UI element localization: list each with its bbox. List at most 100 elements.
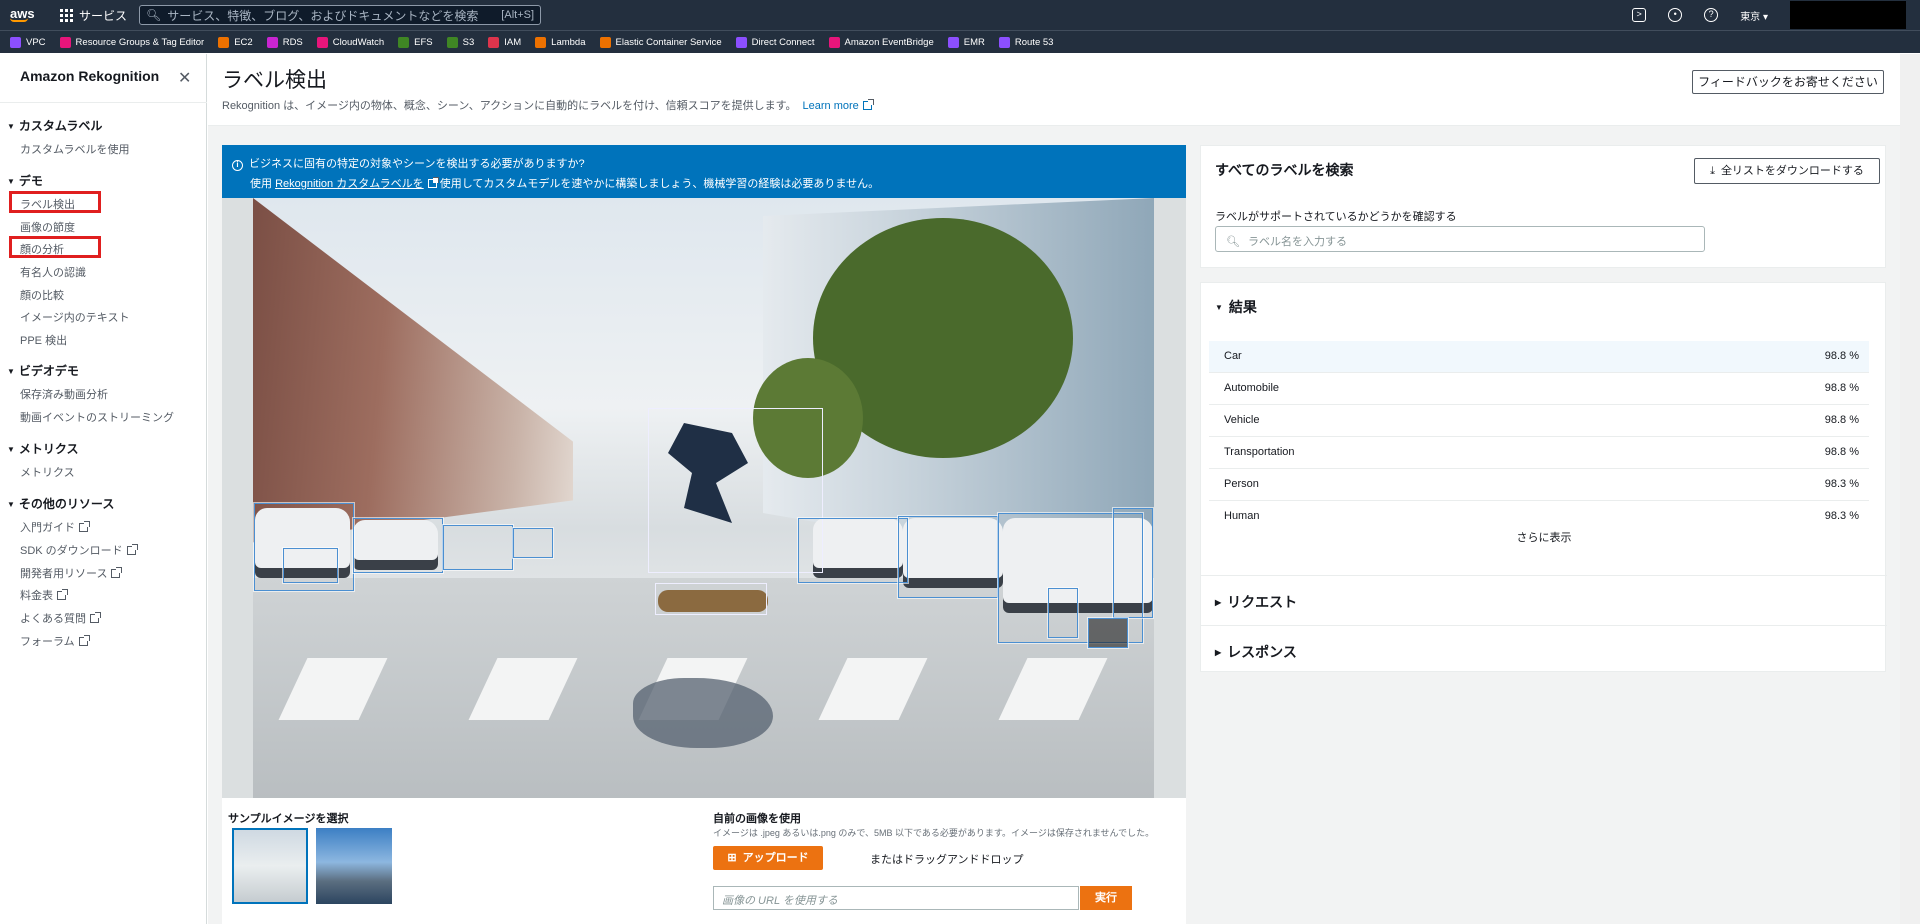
forum-label: フォーラム bbox=[20, 636, 75, 648]
info-banner: i ビジネスに固有の特定の対象やシーンを検出する必要がありますか? 使用 Reko… bbox=[222, 145, 1186, 198]
info-icon: i bbox=[232, 160, 243, 171]
account-menu[interactable] bbox=[1790, 1, 1906, 29]
favorite-efs[interactable]: EFS bbox=[398, 36, 433, 48]
learn-more-label: Learn more bbox=[802, 100, 859, 112]
service-icon bbox=[535, 36, 547, 48]
section-video-demo[interactable]: ビデオデモ bbox=[7, 362, 79, 379]
external-link-icon bbox=[111, 567, 123, 578]
image-url-input[interactable]: 画像の URL を使用する bbox=[713, 886, 1079, 910]
close-icon[interactable]: ✕ bbox=[178, 68, 191, 88]
external-link-icon bbox=[57, 589, 68, 600]
run-button[interactable]: 実行 bbox=[1080, 886, 1132, 910]
services-menu[interactable]: サービス bbox=[60, 7, 127, 24]
help-icon[interactable]: ? bbox=[1704, 8, 1719, 22]
result-confidence: 98.8 % bbox=[1824, 350, 1859, 362]
sidebar-item-celebrity[interactable]: 有名人の認識 bbox=[20, 264, 86, 280]
service-icon bbox=[947, 36, 959, 48]
drag-drop-label: またはドラッグアンドドロップ bbox=[870, 854, 1024, 866]
description-text: Rekognition は、イメージ内の物体、概念、シーン、アクションに自動的に… bbox=[222, 100, 797, 112]
result-label: Person bbox=[1224, 478, 1259, 490]
result-confidence: 98.8 % bbox=[1824, 414, 1859, 426]
favorite-iam[interactable]: IAM bbox=[488, 36, 521, 48]
sidebar-item-faq[interactable]: よくある質問 bbox=[20, 610, 101, 626]
request-section[interactable]: リクエスト bbox=[1201, 575, 1887, 625]
download-icon: ⤓ bbox=[1710, 165, 1715, 177]
feedback-button[interactable]: フィードバックをお寄せください bbox=[1692, 70, 1884, 94]
response-section[interactable]: レスポンス bbox=[1201, 625, 1887, 675]
bounding-box bbox=[283, 548, 338, 583]
result-label: Human bbox=[1224, 510, 1260, 522]
sidebar-item-label-detection[interactable]: ラベル検出 bbox=[20, 196, 75, 212]
page-title: ラベル検出 bbox=[222, 69, 327, 92]
upload-label: アップロード bbox=[742, 852, 809, 864]
favorite-route-53[interactable]: Route 53 bbox=[998, 36, 1053, 48]
result-row[interactable]: Car 98.8 % bbox=[1209, 341, 1869, 373]
sidebar-item-text[interactable]: イメージ内のテキスト bbox=[20, 309, 129, 325]
favorite-direct-connect[interactable]: Direct Connect bbox=[735, 36, 815, 48]
show-more-link[interactable]: さらに表示 bbox=[1201, 529, 1887, 545]
download-list-button[interactable]: ⤓ 全リストをダウンロードする bbox=[1694, 158, 1880, 184]
bounding-box bbox=[898, 516, 998, 598]
favorite-ec2[interactable]: EC2 bbox=[218, 36, 253, 48]
result-confidence: 98.8 % bbox=[1824, 446, 1859, 458]
service-icon bbox=[998, 36, 1010, 48]
global-search-input[interactable]: 🔍︎ サービス、特徴、ブログ、およびドキュメントなどを検索 [Alt+S] bbox=[139, 5, 542, 25]
result-row[interactable]: Automobile 98.8 % bbox=[1209, 373, 1869, 405]
sidebar-item-face-compare[interactable]: 顔の比較 bbox=[20, 287, 64, 303]
sample-thumbnail-street[interactable] bbox=[232, 828, 308, 904]
label-support-question: ラベルがサポートされているかどうかを確認する bbox=[1215, 211, 1457, 223]
cloudshell-icon[interactable]: > bbox=[1632, 8, 1647, 22]
section-demo[interactable]: デモ bbox=[7, 172, 43, 189]
result-label: Automobile bbox=[1224, 382, 1280, 394]
region-selector[interactable]: 東京 ▾ bbox=[1740, 8, 1768, 23]
sidebar-item-getting-started[interactable]: 入門ガイド bbox=[20, 519, 90, 535]
sidebar-item-metrics[interactable]: メトリクス bbox=[20, 464, 75, 480]
sidebar-item-pricing[interactable]: 料金表 bbox=[20, 587, 68, 603]
learn-more-link[interactable]: Learn more bbox=[802, 99, 874, 112]
sidebar: Amazon Rekognition ✕ カスタムラベル カスタムラベルを使用 … bbox=[0, 54, 207, 924]
favorite-amazon-eventbridge[interactable]: Amazon EventBridge bbox=[828, 36, 934, 48]
label-search-input[interactable]: 🔍︎ ラベル名を入力する bbox=[1215, 226, 1705, 252]
sidebar-item-moderation[interactable]: 画像の節度 bbox=[20, 219, 75, 235]
favorite-rds[interactable]: RDS bbox=[266, 36, 303, 48]
favorite-label: Amazon EventBridge bbox=[844, 36, 934, 48]
search-placeholder: サービス、特徴、ブログ、およびドキュメントなどを検索 bbox=[167, 8, 479, 23]
favorite-s3[interactable]: S3 bbox=[446, 36, 475, 48]
sidebar-item-forum[interactable]: フォーラム bbox=[20, 633, 90, 649]
favorite-elastic-container-service[interactable]: Elastic Container Service bbox=[599, 36, 722, 48]
label-search-title: すべてのラベルを検索 bbox=[1215, 162, 1354, 178]
sidebar-item-custom-labels[interactable]: カスタムラベルを使用 bbox=[20, 141, 129, 157]
service-icon bbox=[398, 36, 410, 48]
result-row[interactable]: Person 98.3 % bbox=[1209, 469, 1869, 501]
favorite-label: S3 bbox=[462, 36, 475, 48]
results-header[interactable]: 結果 bbox=[1215, 297, 1257, 317]
favorite-cloudwatch[interactable]: CloudWatch bbox=[316, 36, 384, 48]
sidebar-item-streaming[interactable]: 動画イベントのストリーミング bbox=[20, 409, 174, 425]
own-image-description: イメージは .jpeg あるいは.png のみで、5MB 以下である必要がありま… bbox=[713, 828, 1155, 838]
sidebar-item-face-analysis[interactable]: 顔の分析 bbox=[20, 241, 64, 257]
pricing-label: 料金表 bbox=[20, 590, 53, 602]
sidebar-item-stored-video[interactable]: 保存済み動画分析 bbox=[20, 386, 108, 402]
section-custom-labels[interactable]: カスタムラベル bbox=[7, 117, 102, 134]
favorite-label: Elastic Container Service bbox=[615, 36, 722, 48]
image-selection: サンプルイメージを選択 自前の画像を使用 イメージは .jpeg あるいは.pn… bbox=[222, 798, 1186, 924]
favorite-vpc[interactable]: VPC bbox=[10, 36, 46, 48]
sidebar-item-ppe[interactable]: PPE 検出 bbox=[20, 332, 67, 348]
result-row[interactable]: Transportation 98.8 % bbox=[1209, 437, 1869, 469]
scrollbar[interactable] bbox=[1900, 54, 1920, 924]
upload-button[interactable]: ⊞ アップロード bbox=[713, 846, 823, 870]
sidebar-item-sdk[interactable]: SDK のダウンロード bbox=[20, 542, 138, 558]
favorite-resource-groups-tag-editor[interactable]: Resource Groups & Tag Editor bbox=[59, 36, 204, 48]
bell-icon[interactable]: • bbox=[1668, 8, 1683, 22]
section-metrics[interactable]: メトリクス bbox=[7, 440, 79, 457]
aws-logo[interactable]: aws bbox=[10, 7, 46, 22]
custom-labels-link[interactable]: Rekognition カスタムラベルを bbox=[275, 178, 424, 190]
result-row[interactable]: Vehicle 98.8 % bbox=[1209, 405, 1869, 437]
favorite-emr[interactable]: EMR bbox=[947, 36, 985, 48]
bounding-box-person bbox=[648, 408, 823, 573]
service-icon bbox=[828, 36, 840, 48]
sample-thumbnail-city[interactable] bbox=[316, 828, 392, 904]
favorite-lambda[interactable]: Lambda bbox=[535, 36, 586, 48]
section-other-resources[interactable]: その他のリソース bbox=[7, 495, 114, 512]
sidebar-item-developer[interactable]: 開発者用リソース bbox=[20, 565, 123, 581]
